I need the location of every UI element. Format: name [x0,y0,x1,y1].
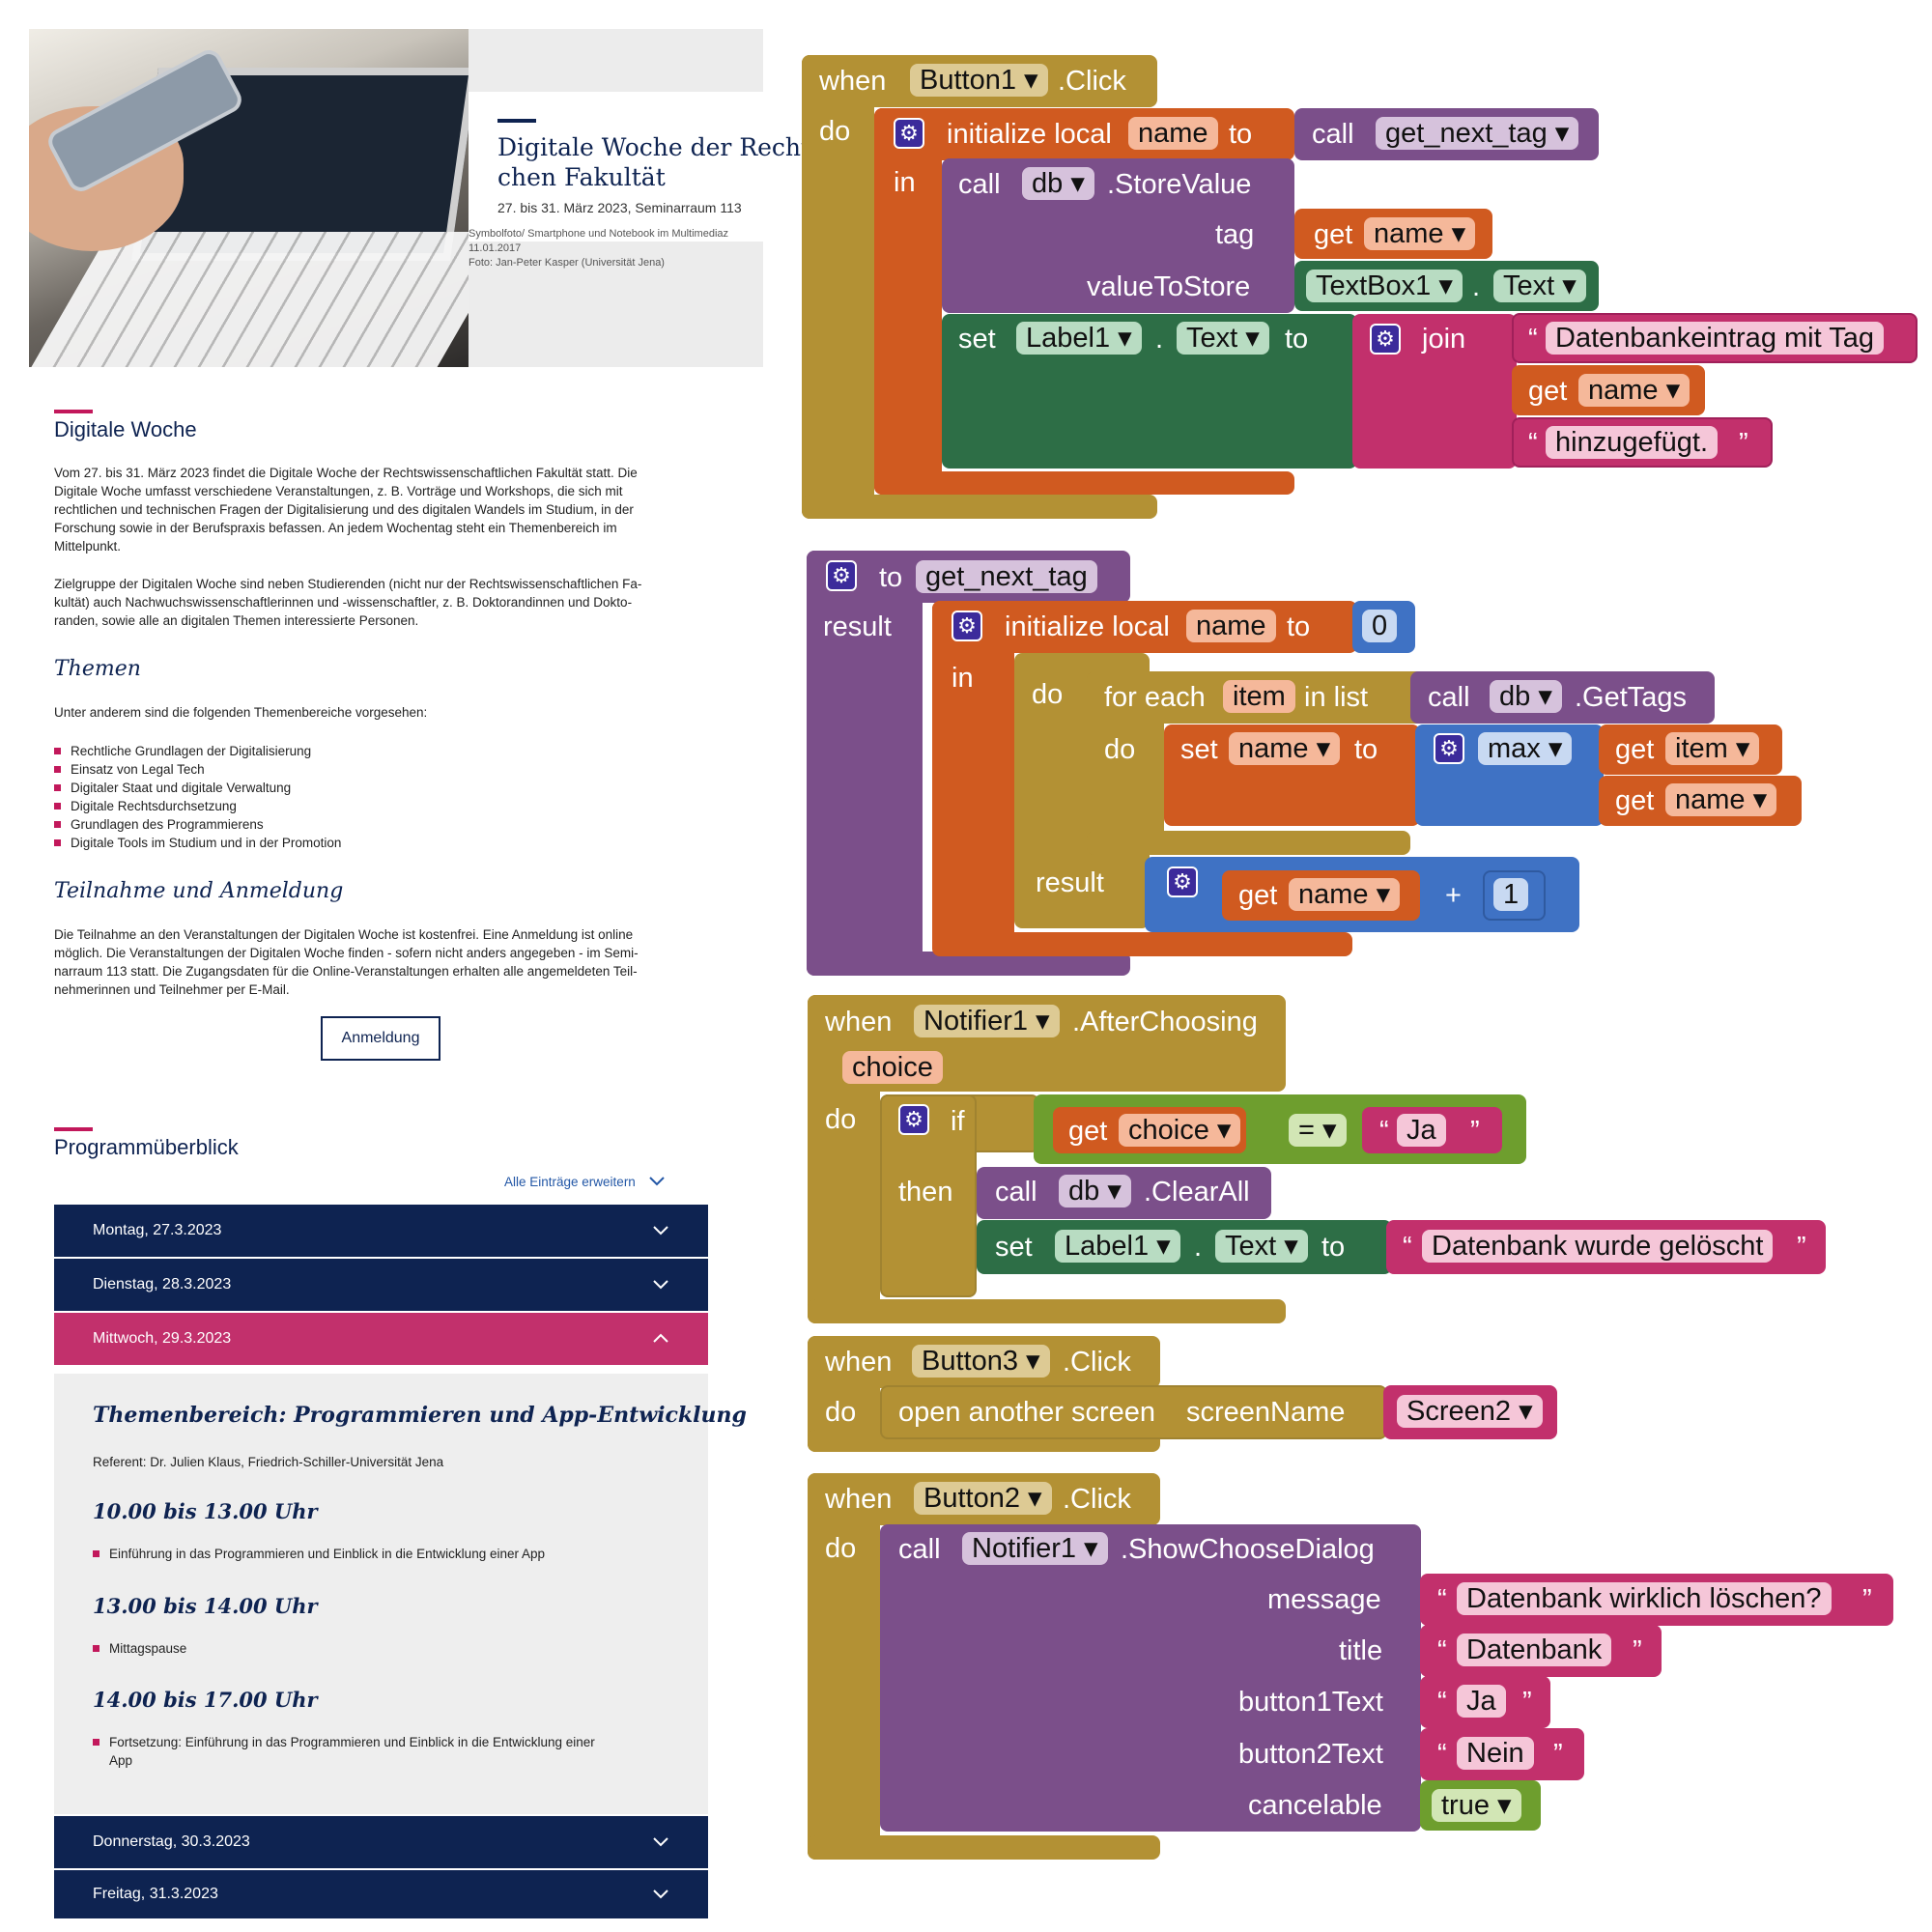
chevron-down-icon [653,1837,668,1847]
anmeldung-button[interactable]: Anmeldung [321,1016,440,1061]
photo-caption: Symbolfoto/ Smartphone und Notebook im M… [469,228,729,269]
list-item: Digitale Tools im Studium und in der Pro… [54,834,341,852]
list-item: Einführung in das Programmieren und Einb… [93,1545,545,1563]
gear-icon[interactable]: ⚙ [894,118,924,149]
section-heading-digitale-woche: Digitale Woche [54,417,197,441]
gear-icon[interactable]: ⚙ [1434,733,1464,764]
section-marker [54,410,93,413]
list-item: Rechtliche Grundlagen der Digitalisierun… [54,742,341,760]
hero-photo [29,29,469,367]
expand-all-link[interactable]: Alle Einträge erweitern [504,1175,665,1189]
hero-title-card: Digitale Woche der Recht chen Fakultät 27… [469,92,811,242]
time-slot: 13.00 bis 14.00 Uhr [93,1594,318,1618]
list-item: Digitaler Staat und digitale Verwaltung [54,779,341,797]
hero-subtitle: 27. bis 31. März 2023, Seminarraum 113 [497,200,742,215]
themen-list: Rechtliche Grundlagen der Digitalisierun… [54,742,341,852]
gear-icon[interactable]: ⚙ [952,611,982,641]
intro-paragraph: Vom 27. bis 31. März 2023 findet die Dig… [54,466,638,554]
list-item: Fortsetzung: Einführung in das Programmi… [93,1733,595,1770]
accordion-day-wednesday[interactable]: Mittwoch, 29.3.2023 [54,1313,708,1365]
accordion-day-friday[interactable]: Freitag, 31.3.2023 [54,1870,708,1918]
accordion-panel-wednesday: Themenbereich: Programmieren und App-Ent… [54,1374,747,1814]
themen-intro: Unter anderem sind die folgenden Themenb… [54,705,428,720]
list-item: Digitale Rechtsdurchsetzung [54,797,341,815]
section-marker [54,1127,93,1131]
accordion-day-thursday[interactable]: Donnerstag, 30.3.2023 [54,1816,708,1868]
hero-banner: Digitale Woche der Recht chen Fakultät 27… [29,29,811,367]
time-slot: 14.00 bis 17.00 Uhr [93,1688,318,1712]
page-title: Digitale Woche der Recht chen Fakultät [497,133,811,191]
section-heading-themen: Themen [54,657,141,681]
referent: Referent: Dr. Julien Klaus, Friedrich-Sc… [93,1455,444,1469]
gear-icon[interactable]: ⚙ [1370,324,1401,355]
accordion-day-tuesday[interactable]: Dienstag, 28.3.2023 [54,1259,708,1311]
chevron-down-icon [648,1177,665,1186]
list-item: Einsatz von Legal Tech [54,760,341,779]
chevron-down-icon [653,1889,668,1899]
panel-title: Themenbereich: Programmieren und App-Ent… [93,1403,747,1428]
procedure-dropdown[interactable]: get_next_tag ▾ [1376,117,1579,150]
chevron-up-icon [653,1333,668,1343]
gear-icon[interactable]: ⚙ [898,1104,929,1135]
teilnahme-paragraph: Die Teilnahme an den Veranstaltungen der… [54,927,639,997]
target-group-paragraph: Zielgruppe der Digitalen Woche sind nebe… [54,577,642,628]
accordion-day-monday[interactable]: Montag, 27.3.2023 [54,1205,708,1257]
gear-icon[interactable]: ⚙ [826,560,857,591]
component-dropdown[interactable]: Button1 ▾ [910,64,1048,97]
gear-icon[interactable]: ⚙ [1167,867,1198,897]
time-slot: 10.00 bis 13.00 Uhr [93,1499,318,1523]
section-heading-teilnahme: Teilnahme und Anmeldung [54,879,344,903]
chevron-down-icon [653,1280,668,1290]
list-item: Mittagspause [93,1639,186,1658]
chevron-down-icon [653,1226,668,1236]
list-item: Grundlagen des Programmierens [54,815,341,834]
section-heading-programm: Programmüberblick [54,1135,239,1159]
